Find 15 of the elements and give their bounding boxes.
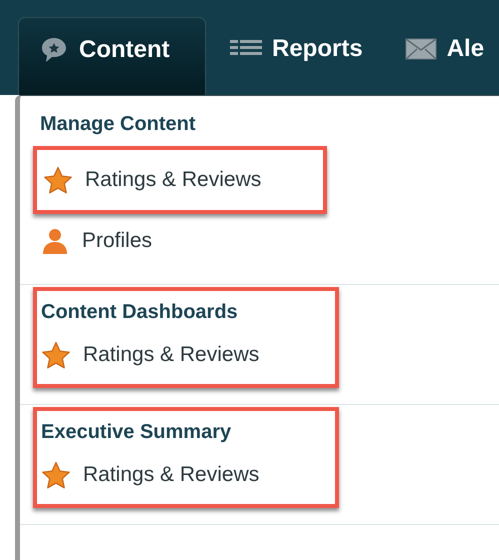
nav-tab[interactable]: Reports	[210, 17, 381, 95]
menu-item[interactable]: Profiles	[40, 227, 152, 255]
nav-tab[interactable]: Ale	[384, 17, 499, 95]
star-icon	[41, 341, 71, 369]
section-heading: Manage Content	[40, 112, 197, 137]
section-heading: Content Dashboards	[41, 301, 239, 325]
star-icon	[41, 461, 71, 489]
menu-item[interactable]: Ratings & Reviews	[41, 341, 260, 369]
menu-item[interactable]: Ratings & Reviews	[43, 166, 262, 194]
nav-tab[interactable]: Content	[18, 17, 206, 95]
star-icon	[43, 166, 73, 194]
person-icon	[40, 227, 70, 255]
section-heading: Executive Summary	[41, 421, 232, 445]
envelope-icon	[404, 37, 437, 61]
menu-item[interactable]: Ratings & Reviews	[41, 461, 260, 489]
